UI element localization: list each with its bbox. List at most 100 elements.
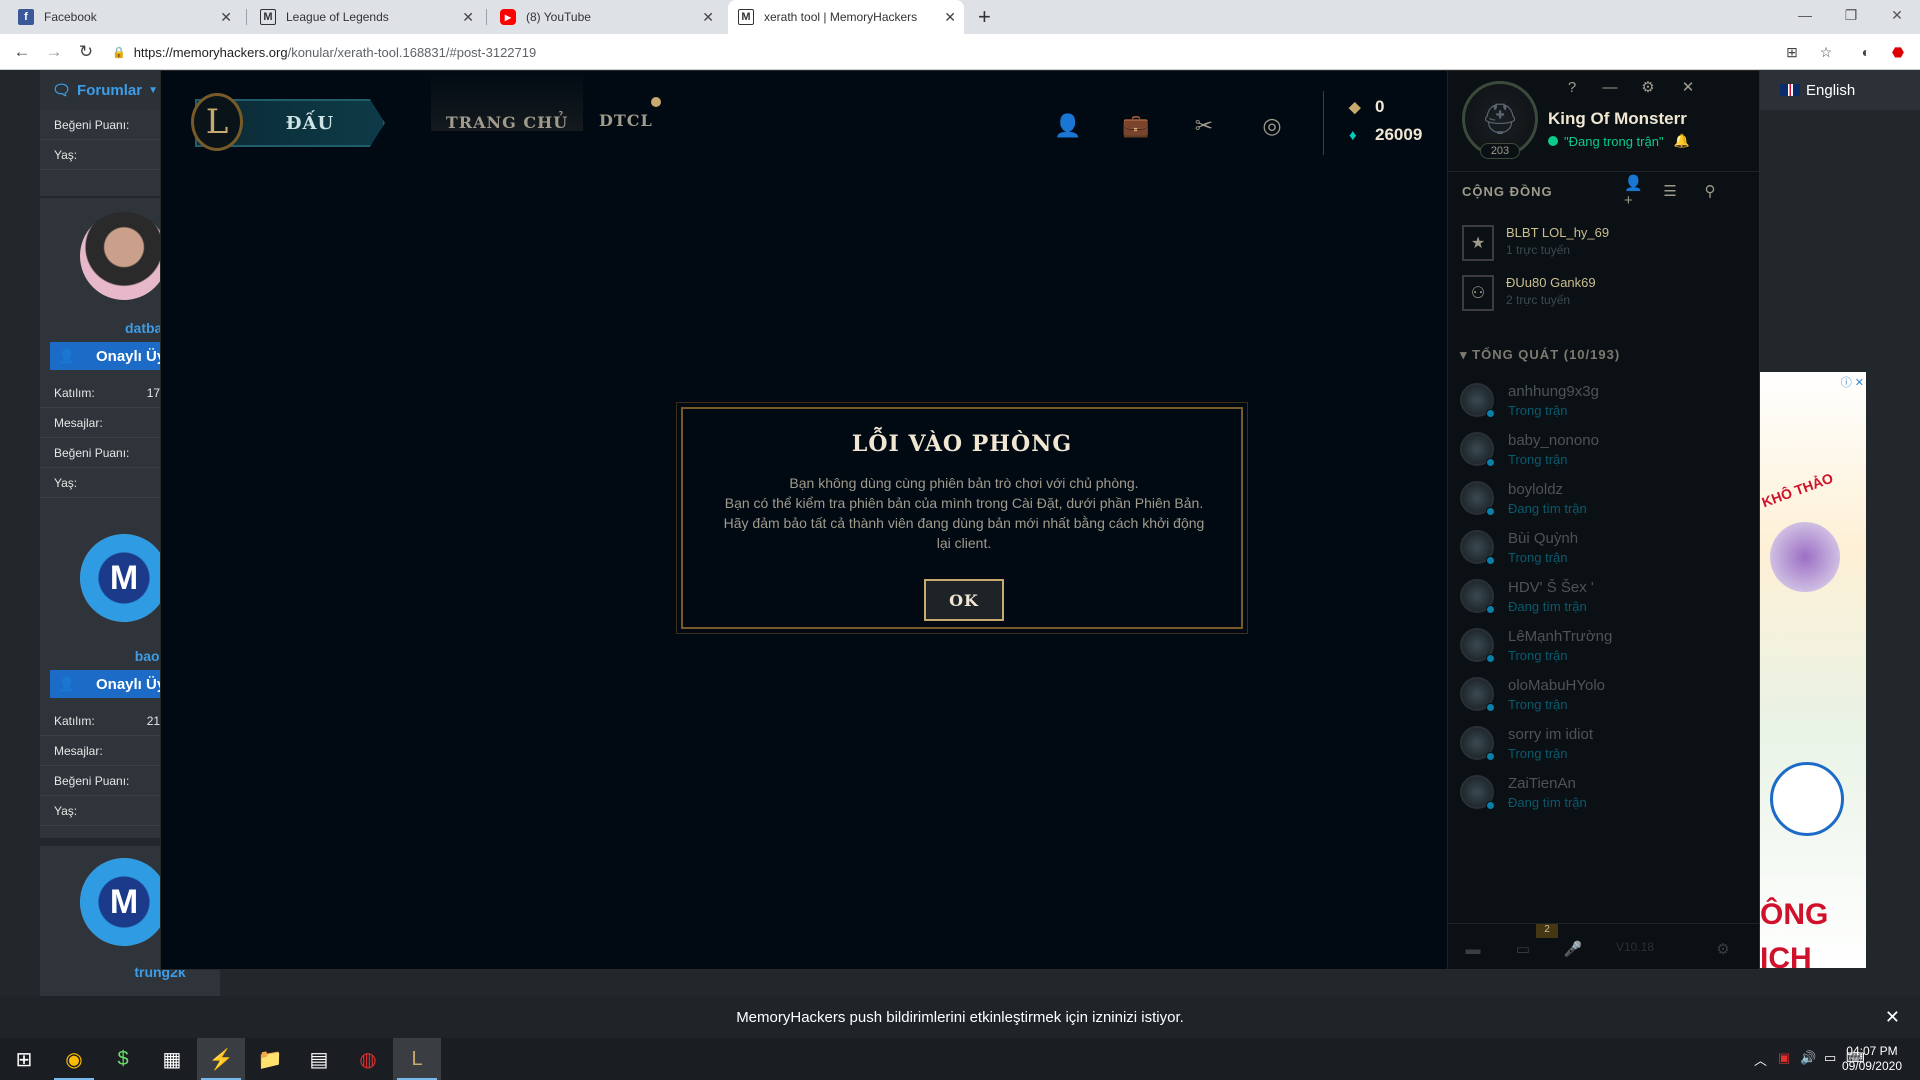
friend-row[interactable]: oloMabuHYolo Trong trận: [1448, 671, 1748, 720]
garena-app-icon[interactable]: ⚡: [197, 1038, 245, 1080]
rp-balance[interactable]: ◆ 0: [1349, 97, 1384, 117]
chat-icon[interactable]: ▬: [1458, 936, 1488, 962]
bookmark-star-icon[interactable]: ☆: [1816, 42, 1836, 62]
friend-name: sorry im idiot: [1508, 726, 1594, 743]
tab-home-label: TRANG CHỦ: [445, 113, 569, 132]
file-explorer-icon[interactable]: 📁: [246, 1038, 294, 1080]
network-icon[interactable]: ▭: [1824, 1050, 1836, 1066]
restore-window-button[interactable]: ❐: [1828, 0, 1874, 30]
league-client-icon[interactable]: L: [393, 1038, 441, 1080]
divider: [1323, 91, 1324, 155]
general-label: TỔNG QUÁT (10/193): [1472, 347, 1621, 362]
reload-button[interactable]: ↻: [74, 40, 98, 64]
search-icon[interactable]: ⚲: [1698, 180, 1722, 202]
close-tab-icon[interactable]: ✕: [462, 9, 474, 26]
close-tab-icon[interactable]: ✕: [220, 9, 232, 26]
friend-status: Trong trận: [1508, 550, 1568, 565]
minimize-icon[interactable]: —: [1600, 77, 1620, 97]
volume-icon[interactable]: 🔊: [1800, 1050, 1816, 1066]
be-balance[interactable]: ♦ 26009: [1349, 125, 1422, 145]
friend-row[interactable]: anhhung9x3g Trong trận: [1448, 377, 1748, 426]
tab-home[interactable]: TRANG CHỦ: [431, 71, 583, 132]
voice-icon[interactable]: 🎤: [1558, 936, 1588, 962]
clock[interactable]: 04:07 PM 09/09/2020: [1842, 1044, 1902, 1074]
extension-icon[interactable]: ◐: [1856, 42, 1876, 62]
new-tab-button[interactable]: +: [978, 4, 991, 30]
stat-label: Yaş:: [54, 475, 78, 490]
tab-league-of-legends[interactable]: M League of Legends ✕: [250, 0, 482, 34]
tab-youtube[interactable]: ▶ (8) YouTube ✕: [490, 0, 722, 34]
general-folder[interactable]: ▾ TỔNG QUÁT (10/193): [1460, 347, 1620, 363]
address-bar[interactable]: 🔒 https://memoryhackers.org/konular/xera…: [112, 39, 1762, 65]
memoryhackers-icon: M: [260, 9, 276, 25]
gear-icon[interactable]: ⚙: [1708, 936, 1738, 962]
friend-row[interactable]: LêMạnhTrường Trong trận: [1448, 622, 1748, 671]
close-tab-icon[interactable]: ✕: [702, 9, 714, 26]
translate-icon[interactable]: ⊞: [1782, 42, 1802, 62]
avatar[interactable]: M: [80, 858, 168, 946]
lock-icon: 🔒: [112, 46, 126, 59]
friend-name: ZaiTienAn: [1508, 775, 1576, 792]
tray-app-icon[interactable]: ▣: [1778, 1050, 1790, 1066]
friend-status: Đang tìm trận: [1508, 795, 1587, 810]
forums-menu[interactable]: 🗨 Forumlar ▼: [40, 70, 170, 110]
ad-text: KHÔ THẢO: [1760, 469, 1836, 511]
stat-label: Katılım:: [54, 713, 95, 728]
forward-button[interactable]: →: [42, 40, 66, 64]
close-tab-icon[interactable]: ✕: [944, 9, 956, 26]
profile-icon[interactable]: 👤: [1051, 109, 1085, 143]
group-row[interactable]: ⚇ ĐUu80 Gank69 2 trực tuyến: [1448, 269, 1748, 317]
language-selector[interactable]: English: [1760, 70, 1920, 110]
help-icon[interactable]: ?: [1562, 77, 1582, 97]
browser-tab-strip: f Facebook ✕ M League of Legends ✕ ▶ (8)…: [0, 0, 1920, 34]
status-dot: [1486, 507, 1495, 516]
garena-icon[interactable]: ◍: [344, 1038, 392, 1080]
group-row[interactable]: ★ BLBT LOL_hy_69 1 trực tuyến: [1448, 219, 1748, 267]
group-name: BLBT LOL_hy_69: [1506, 225, 1610, 240]
ad-close-icon[interactable]: ⓘ ✕: [1841, 374, 1864, 390]
app-window-icon[interactable]: ▤: [295, 1038, 343, 1080]
settings-gear-icon[interactable]: ⚙: [1638, 77, 1658, 97]
advertisement[interactable]: ⓘ ✕ KHÔ THẢO ÔNG ỊCH: [1760, 372, 1866, 968]
minimize-window-button[interactable]: —: [1782, 0, 1828, 30]
messages-icon[interactable]: ▭: [1508, 936, 1538, 962]
friend-row[interactable]: ZaiTienAn Đang tìm trận: [1448, 769, 1748, 818]
tab-xerath-tool[interactable]: M xerath tool | MemoryHackers ✕: [728, 0, 964, 34]
friend-row[interactable]: HDV' Š Šex ' Đang tìm trận: [1448, 573, 1748, 622]
tab-facebook[interactable]: f Facebook ✕: [8, 0, 240, 34]
avatar[interactable]: M: [80, 534, 168, 622]
windows-start-icon[interactable]: ⊞: [0, 1038, 48, 1080]
avatar[interactable]: [80, 212, 168, 300]
collection-icon[interactable]: 💼: [1119, 109, 1153, 143]
chrome-icon[interactable]: ◉: [50, 1038, 98, 1080]
money-app-icon[interactable]: $: [99, 1038, 147, 1080]
summoner-name[interactable]: King Of Monsterr: [1548, 109, 1687, 129]
chevron-down-icon: ▼: [148, 84, 158, 96]
store-icon[interactable]: ◎: [1255, 109, 1289, 143]
tab-tft[interactable]: DTCL: [599, 111, 653, 130]
blue-essence-icon: ♦: [1349, 126, 1357, 144]
add-friend-icon[interactable]: 👤+: [1624, 175, 1648, 209]
user-icon: 👤: [58, 347, 76, 364]
friend-row[interactable]: baby_nonono Trong trận: [1448, 426, 1748, 475]
close-icon[interactable]: ✕: [1678, 77, 1698, 97]
tab-title: Facebook: [44, 10, 97, 24]
friend-row[interactable]: Bùi Quỳnh Trong trận: [1448, 524, 1748, 573]
back-button[interactable]: ←: [10, 40, 34, 64]
league-client-window: ĐẤU L TRANG CHỦ DTCL 👤 💼 ✂ ◎ ◆ 0 ♦ 26009 ⛑…: [160, 70, 1760, 970]
list-icon[interactable]: ☰: [1658, 180, 1682, 202]
friend-row[interactable]: boyloldz Đang tìm trận: [1448, 475, 1748, 524]
tray-chevron-icon[interactable]: ︿: [1754, 1050, 1767, 1069]
loot-icon[interactable]: ✂: [1187, 109, 1221, 143]
social-header: CỘNG ĐỒNG 👤+ ☰ ⚲: [1448, 171, 1759, 209]
status-line[interactable]: "Đang trong trận" 🔔: [1548, 133, 1690, 149]
adblock-icon[interactable]: ⬣: [1888, 42, 1908, 62]
close-window-button[interactable]: ✕: [1874, 0, 1920, 30]
window-app-icon[interactable]: ▦: [148, 1038, 196, 1080]
bell-icon[interactable]: 🔔: [1674, 133, 1690, 149]
friend-row[interactable]: sorry im idiot Trong trận: [1448, 720, 1748, 769]
close-icon[interactable]: ✕: [1885, 1007, 1900, 1028]
user-icon: 👤: [58, 675, 76, 692]
ok-button[interactable]: OK: [924, 579, 1004, 621]
chevron-down-icon: ▾: [1460, 347, 1473, 362]
